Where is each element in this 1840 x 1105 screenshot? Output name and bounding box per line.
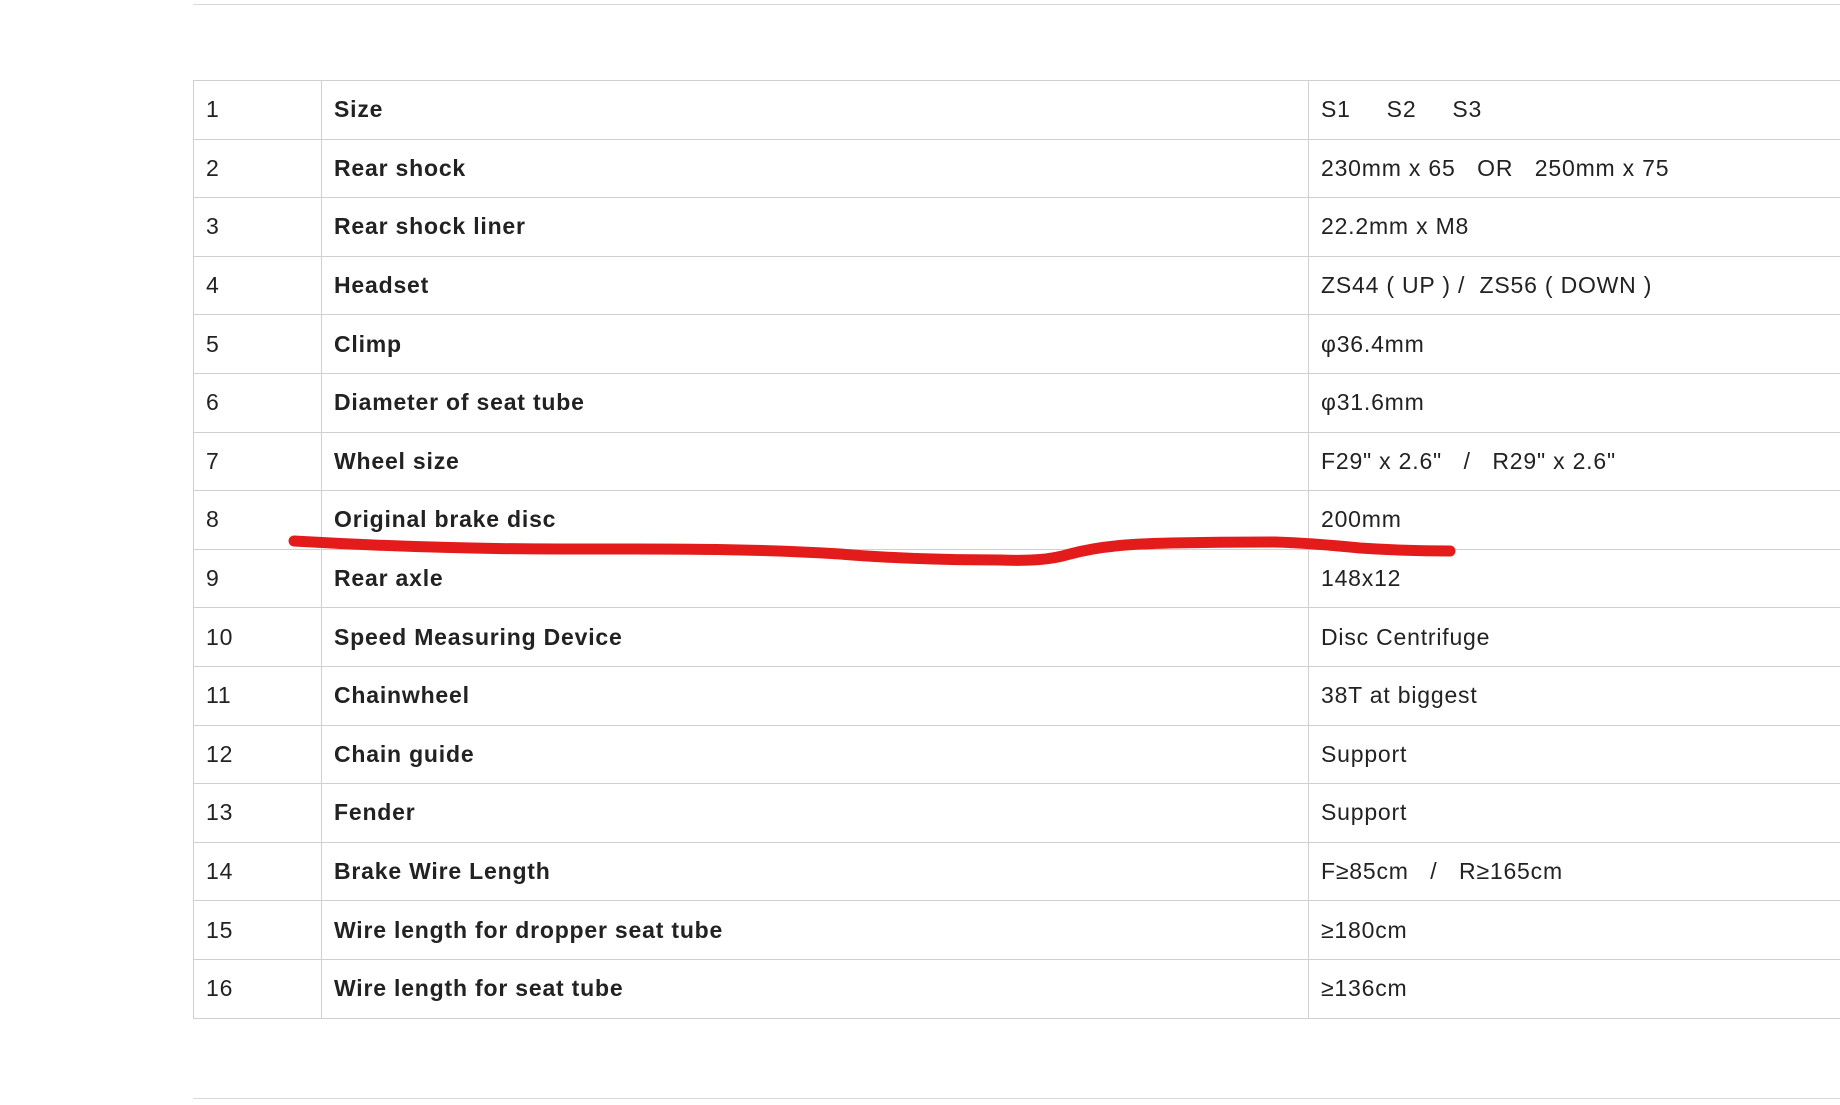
table-row: 12 Chain guide Support	[193, 724, 1840, 785]
table-row: 4 Headset ZS44 ( UP ) / ZS56 ( DOWN )	[193, 255, 1840, 316]
spec-name: Headset	[321, 255, 1309, 316]
row-number: 8	[193, 490, 322, 550]
spec-name: Original brake disc	[321, 490, 1309, 550]
spec-value: ZS44 ( UP ) / ZS56 ( DOWN )	[1308, 255, 1840, 316]
row-number: 7	[193, 431, 322, 492]
row-number: 12	[193, 724, 322, 785]
row-number: 4	[193, 255, 322, 316]
spec-value: F≥85cm / R≥165cm	[1308, 841, 1840, 902]
spec-value: φ31.6mm	[1308, 372, 1840, 433]
spec-value: 38T at biggest	[1308, 665, 1840, 726]
spec-value: 22.2mm x M8	[1308, 197, 1840, 257]
spec-value: 230mm x 65 OR 250mm x 75	[1308, 138, 1840, 199]
table-row: 8 Original brake disc 200mm	[193, 490, 1840, 550]
table-row: 1 Size S1 S2 S3	[193, 80, 1840, 140]
row-number: 16	[193, 958, 322, 1019]
spec-value: Support	[1308, 783, 1840, 843]
row-number: 5	[193, 314, 322, 374]
table-row: 11 Chainwheel 38T at biggest	[193, 665, 1840, 726]
spec-name: Size	[321, 80, 1309, 140]
spec-name: Wheel size	[321, 431, 1309, 492]
spec-name: Chainwheel	[321, 665, 1309, 726]
spec-value: ≥180cm	[1308, 900, 1840, 960]
spec-value: 148x12	[1308, 548, 1840, 609]
table-row: 16 Wire length for seat tube ≥136cm	[193, 958, 1840, 1019]
spec-name: Rear shock liner	[321, 197, 1309, 257]
table-row: 3 Rear shock liner 22.2mm x M8	[193, 197, 1840, 257]
spec-name: Chain guide	[321, 724, 1309, 785]
table-row: 9 Rear axle 148x12	[193, 548, 1840, 609]
spec-value: 200mm	[1308, 490, 1840, 550]
top-divider	[193, 4, 1840, 5]
row-number: 11	[193, 665, 322, 726]
spec-name: Wire length for seat tube	[321, 958, 1309, 1019]
table-row: 15 Wire length for dropper seat tube ≥18…	[193, 900, 1840, 960]
table-row: 5 Climp φ36.4mm	[193, 314, 1840, 374]
spec-name: Rear axle	[321, 548, 1309, 609]
row-number: 10	[193, 607, 322, 667]
spec-name: Fender	[321, 783, 1309, 843]
spec-value: Support	[1308, 724, 1840, 785]
spec-name: Wire length for dropper seat tube	[321, 900, 1309, 960]
table-row: 2 Rear shock 230mm x 65 OR 250mm x 75	[193, 138, 1840, 199]
table-row: 13 Fender Support	[193, 783, 1840, 843]
row-number: 6	[193, 372, 322, 433]
row-number: 14	[193, 841, 322, 902]
table-row: 7 Wheel size F29" x 2.6" / R29" x 2.6"	[193, 431, 1840, 492]
row-number: 1	[193, 80, 322, 140]
spec-value: S1 S2 S3	[1308, 80, 1840, 140]
spec-value: ≥136cm	[1308, 958, 1840, 1019]
row-number: 9	[193, 548, 322, 609]
table-row: 14 Brake Wire Length F≥85cm / R≥165cm	[193, 841, 1840, 902]
row-number: 13	[193, 783, 322, 843]
table-row: 10 Speed Measuring Device Disc Centrifug…	[193, 607, 1840, 667]
row-number: 3	[193, 197, 322, 257]
spec-table: 1 Size S1 S2 S3 2 Rear shock 230mm x 65 …	[193, 80, 1840, 1019]
bottom-divider	[193, 1098, 1840, 1099]
row-number: 2	[193, 138, 322, 199]
row-number: 15	[193, 900, 322, 960]
spec-name: Diameter of seat tube	[321, 372, 1309, 433]
spec-name: Brake Wire Length	[321, 841, 1309, 902]
spec-name: Rear shock	[321, 138, 1309, 199]
spec-name: Speed Measuring Device	[321, 607, 1309, 667]
spec-value: φ36.4mm	[1308, 314, 1840, 374]
table-row: 6 Diameter of seat tube φ31.6mm	[193, 372, 1840, 433]
spec-value: Disc Centrifuge	[1308, 607, 1840, 667]
spec-value: F29" x 2.6" / R29" x 2.6"	[1308, 431, 1840, 492]
spec-name: Climp	[321, 314, 1309, 374]
